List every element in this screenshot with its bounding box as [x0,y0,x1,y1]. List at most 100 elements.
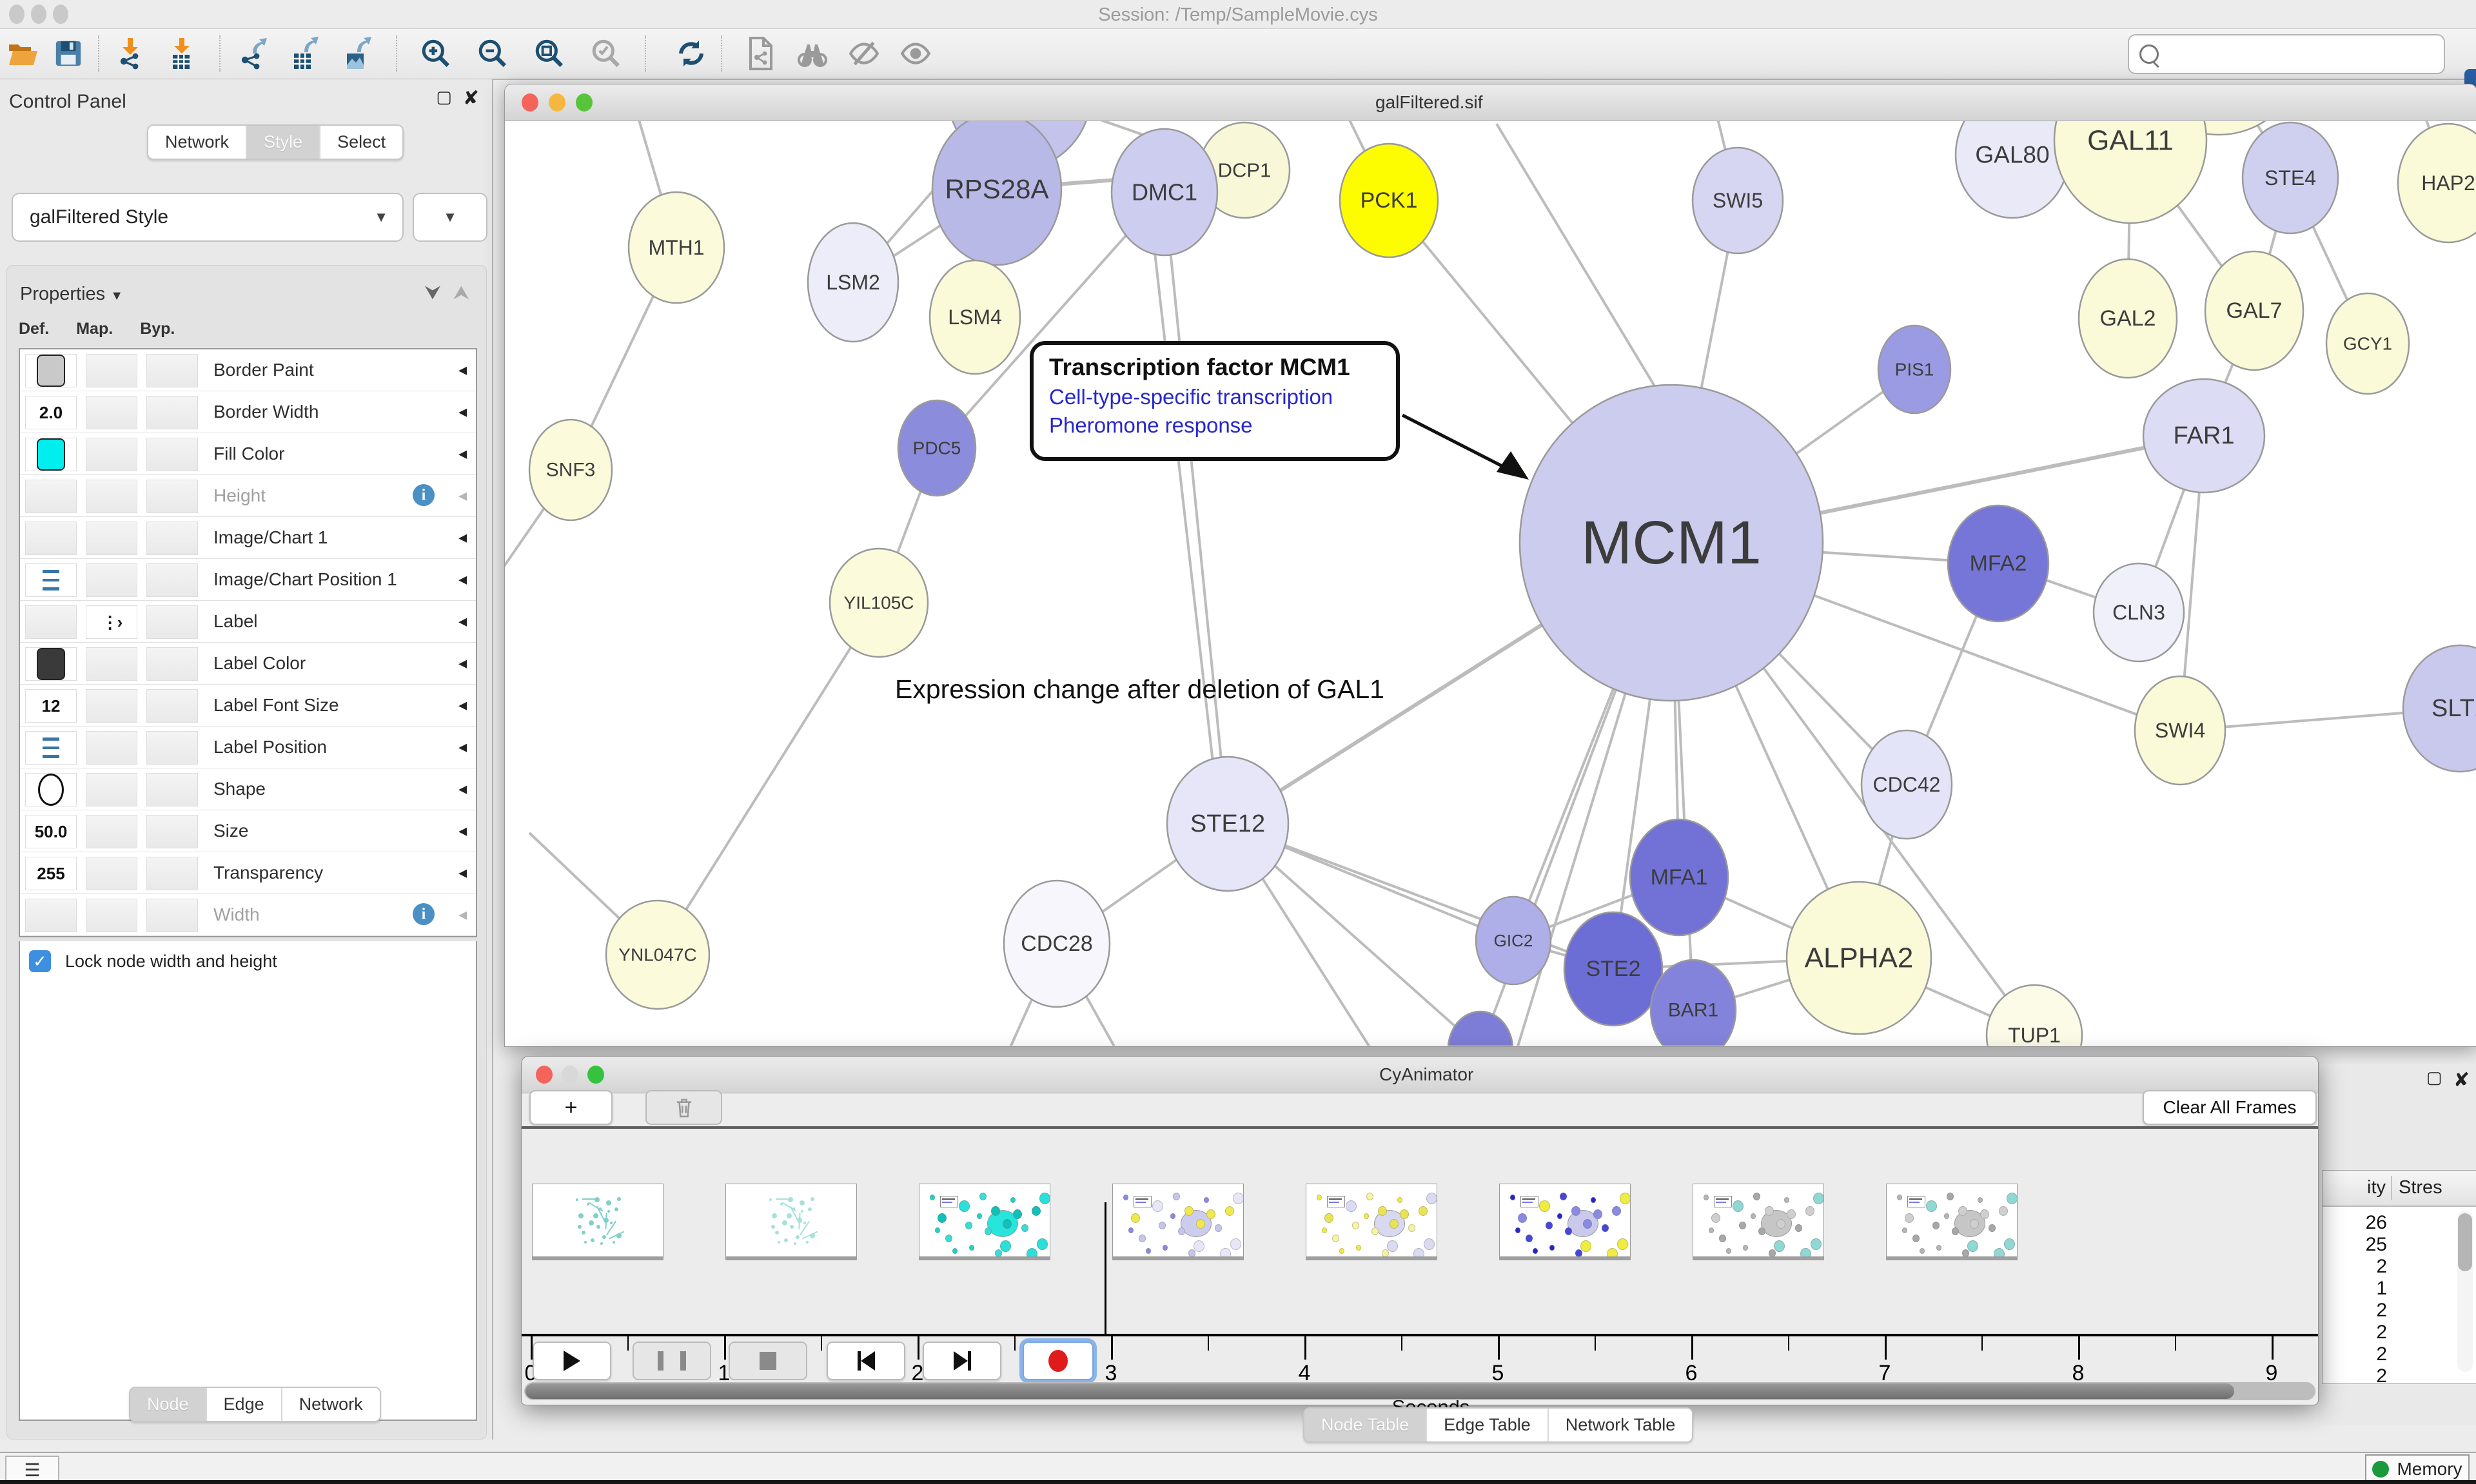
network-node-gic2[interactable]: GIC2 [1476,897,1551,984]
add-frame-button[interactable]: + [529,1090,613,1125]
export-table-button[interactable] [285,35,321,72]
style-target-tab-edge[interactable]: Edge [207,1388,282,1421]
network-node-ynl047c[interactable]: YNL047C [606,901,709,1009]
close-window-icon[interactable] [522,93,538,112]
property-row-border-paint[interactable]: Border Paint◂ [20,349,476,391]
network-node-ste2[interactable]: STE2 [1564,912,1662,1026]
network-edge[interactable] [1497,124,1671,414]
column-header-centrality[interactable]: ity [2323,1177,2386,1198]
frame-thumbnail-7[interactable] [1886,1184,2018,1257]
expand-arrow-icon[interactable]: ◂ [458,569,467,589]
table-scrollbar[interactable] [2457,1211,2473,1372]
properties-header[interactable]: Properties ▼ [20,284,123,305]
style-selector-dropdown[interactable]: galFiltered Style ▼ [12,193,404,242]
network-edge[interactable] [1164,192,1228,824]
zoom-out-button[interactable] [475,35,511,72]
bypass-cell[interactable] [146,522,198,555]
tab-network[interactable]: Network [148,126,247,159]
pause-button[interactable] [633,1342,711,1380]
info-icon[interactable]: i [413,484,435,506]
default-value-cell[interactable] [25,605,77,639]
default-value-cell[interactable]: 12 [25,689,77,723]
style-target-tab-node[interactable]: Node [130,1388,207,1421]
frame-thumbnail-0[interactable] [532,1184,663,1257]
style-options-menu-button[interactable]: ▼ [413,193,487,242]
new-network-from-selection-button[interactable] [743,35,779,72]
bypass-cell[interactable] [146,857,198,890]
network-node-gal7[interactable]: GAL7 [2205,251,2303,370]
property-row-shape[interactable]: Shape◂ [20,768,476,810]
import-table-button[interactable] [162,35,199,72]
mapping-cell[interactable] [86,857,137,890]
annotation-box[interactable]: Transcription factor MCM1 Cell-type-spec… [1030,341,1400,461]
property-row-width[interactable]: Widthi◂ [20,894,476,936]
expand-arrow-icon[interactable]: ◂ [458,485,467,505]
network-node-bar1[interactable]: BAR1 [1651,960,1736,1046]
timeline-scrollbar-thumb[interactable] [526,1383,2234,1399]
network-node-gcy1[interactable]: GCY1 [2326,293,2409,394]
hide-selected-button[interactable] [846,35,882,72]
default-value-cell[interactable]: 2.0 [25,396,77,429]
info-icon[interactable]: i [413,903,435,925]
lock-size-checkbox[interactable]: ✓ [29,950,51,972]
minimize-window-icon[interactable] [549,93,565,112]
network-node-swi4[interactable]: SWI4 [2135,676,2225,785]
tab-select[interactable]: Select [320,126,402,159]
close-panel-icon[interactable]: ✘ [463,87,479,110]
network-node-slt2[interactable]: SLT2 [2403,645,2476,772]
export-network-button[interactable] [233,35,270,72]
expand-arrow-icon[interactable]: ◂ [458,863,467,883]
column-header-stress[interactable]: Stres [2399,1177,2442,1198]
network-node-pck1[interactable]: PCK1 [1340,144,1438,257]
network-node-mcm1[interactable]: MCM1 [1520,385,1823,701]
expand-arrow-icon[interactable]: ◂ [458,653,467,673]
network-edge[interactable] [658,603,879,955]
bypass-cell[interactable] [146,647,198,681]
zoom-window-icon[interactable] [576,93,593,112]
mapping-cell[interactable] [86,396,137,429]
stop-button[interactable] [729,1342,807,1380]
network-node-tup1[interactable]: TUP1 [1987,985,2082,1046]
zoom-window-icon[interactable] [587,1066,604,1084]
timeline-playhead[interactable] [1105,1202,1106,1335]
default-value-cell[interactable] [25,480,77,513]
open-session-button[interactable] [5,35,41,72]
expand-arrow-icon[interactable]: ◂ [458,527,467,547]
property-row-border-width[interactable]: 2.0Border Width◂ [20,391,476,433]
record-button[interactable] [1023,1342,1094,1380]
expand-arrow-icon[interactable]: ◂ [458,779,467,799]
bypass-cell[interactable] [146,815,198,848]
network-node-mth1[interactable]: MTH1 [629,192,724,303]
network-node-gal80[interactable]: GAL80 [1956,121,2069,218]
mapping-cell[interactable] [86,480,137,513]
bypass-cell[interactable] [146,396,198,429]
zoom-fit-button[interactable] [531,35,567,72]
mapping-cell[interactable] [86,689,137,723]
property-row-size[interactable]: 50.0Size◂ [20,810,476,852]
skip-to-start-button[interactable] [827,1342,905,1380]
default-value-cell[interactable] [25,773,77,806]
frame-thumbnail-2[interactable] [919,1184,1050,1257]
default-value-cell[interactable] [25,522,77,555]
expand-arrow-icon[interactable]: ◂ [458,402,467,422]
network-node-far1[interactable]: FAR1 [2143,379,2265,493]
frame-thumbnail-5[interactable] [1499,1184,1631,1257]
network-node-lsm2[interactable]: LSM2 [808,223,898,342]
expand-arrow-icon[interactable]: ◂ [458,695,467,715]
network-node-mfa1[interactable]: MFA1 [1630,819,1728,935]
property-row-height[interactable]: Heighti◂ [20,475,476,517]
bypass-cell[interactable] [146,731,198,765]
skip-to-end-button[interactable] [923,1342,1001,1380]
network-node-pdc5[interactable]: PDC5 [898,400,976,496]
float-panel-icon[interactable]: ▢ [2426,1068,2442,1088]
network-node-ste12[interactable]: STE12 [1167,757,1288,891]
table-tab-node-table[interactable]: Node Table [1304,1409,1427,1441]
table-tab-network-table[interactable]: Network Table [1549,1409,1693,1441]
search-input[interactable] [2166,44,2444,65]
minimize-window-icon[interactable] [562,1066,578,1084]
bypass-cell[interactable] [146,773,198,806]
expand-arrow-icon[interactable]: ◂ [458,737,467,757]
expand-arrow-icon[interactable]: ◂ [458,821,467,841]
property-row-fill-color[interactable]: Fill Color◂ [20,433,476,475]
network-node-rps28a[interactable]: RPS28A [932,121,1061,265]
